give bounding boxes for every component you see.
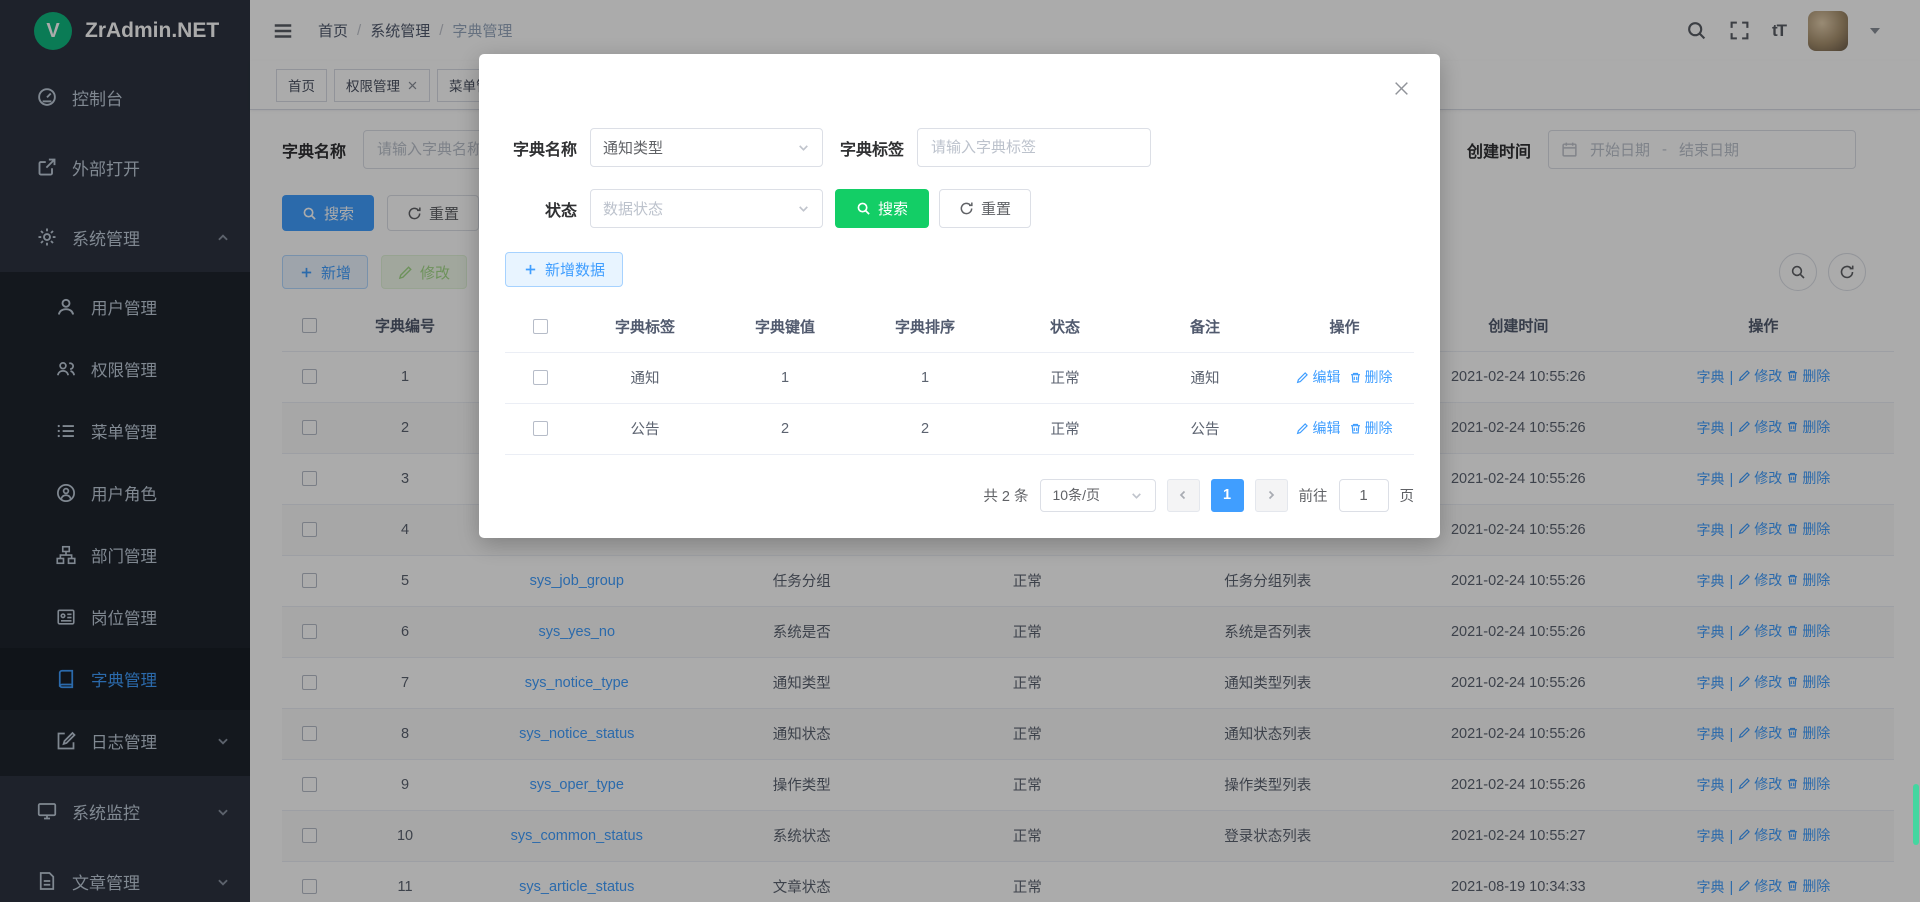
status-label: 状态 [505,197,577,221]
dialog-reset-button[interactable]: 重置 [939,189,1031,228]
cell-operations: 编辑 删除 [1275,352,1414,403]
dialog-table-row: 通知 1 1 正常 通知 编辑 删除 [505,352,1414,403]
pagination-total: 共 2 条 [983,485,1028,506]
cell-dict-label: 通知 [575,352,715,403]
cell-status: 正常 [995,403,1135,454]
dialog-filter-row-2: 状态 数据状态 搜索 重置 [505,189,1414,228]
dict-data-table: 字典标签 字典键值 字典排序 状态 备注 操作 通知 1 1 正常 通知 编 [505,301,1414,455]
select-placeholder: 数据状态 [603,198,789,219]
add-data-button[interactable]: 新增数据 [505,252,623,287]
goto-label: 前往 [1299,485,1328,506]
cell-remark: 通知 [1135,352,1275,403]
dict-data-dialog: 字典名称 通知类型 字典标签 状态 数据状态 搜索 重置 新增数据 [479,54,1440,538]
cell-dict-value: 2 [715,403,855,454]
col-dict-label: 字典标签 [575,301,715,352]
row-checkbox[interactable] [533,370,548,385]
selected-value: 通知类型 [603,137,789,158]
col-operations: 操作 [1275,301,1414,352]
page-unit-label: 页 [1400,485,1415,506]
chevron-down-icon [1130,489,1143,502]
page-number-button[interactable]: 1 [1211,479,1244,512]
dialog-table-row: 公告 2 2 正常 公告 编辑 删除 [505,403,1414,454]
cell-dict-label: 公告 [575,403,715,454]
dict-label-label: 字典标签 [840,136,904,160]
cell-status: 正常 [995,352,1135,403]
dict-name-label: 字典名称 [505,136,577,160]
status-select[interactable]: 数据状态 [590,189,823,228]
chevron-down-icon [797,141,810,154]
cell-dict-sort: 1 [855,352,995,403]
dict-name-select[interactable]: 通知类型 [590,128,823,167]
dialog-close-icon[interactable] [1393,80,1410,97]
col-remark: 备注 [1135,301,1275,352]
row-checkbox[interactable] [533,421,548,436]
col-status: 状态 [995,301,1135,352]
delete-link[interactable]: 删除 [1349,418,1393,438]
dialog-table-body: 通知 1 1 正常 通知 编辑 删除 公告 2 2 正常 公告 [505,352,1414,454]
col-dict-sort: 字典排序 [855,301,995,352]
select-all-checkbox[interactable] [533,319,548,334]
cell-dict-sort: 2 [855,403,995,454]
dialog-search-button[interactable]: 搜索 [835,189,929,228]
page-size-select[interactable]: 10条/页 [1040,479,1156,512]
dialog-filter-row-1: 字典名称 通知类型 字典标签 [505,128,1414,167]
pagination: 共 2 条 10条/页 1 前往 页 [505,479,1414,512]
prev-page-button[interactable] [1167,479,1200,512]
next-page-button[interactable] [1255,479,1288,512]
dialog-table-header-row: 字典标签 字典键值 字典排序 状态 备注 操作 [505,301,1414,352]
goto-page-input[interactable] [1339,479,1389,512]
cell-dict-value: 1 [715,352,855,403]
selected-value: 10条/页 [1053,485,1122,505]
chevron-down-icon [797,202,810,215]
dict-label-input[interactable] [917,128,1151,167]
edit-link[interactable]: 编辑 [1296,418,1340,438]
edit-link[interactable]: 编辑 [1296,367,1340,387]
col-dict-value: 字典键值 [715,301,855,352]
scrollbar-thumb[interactable] [1913,784,1919,845]
delete-link[interactable]: 删除 [1349,367,1393,387]
cell-operations: 编辑 删除 [1275,403,1414,454]
cell-remark: 公告 [1135,403,1275,454]
